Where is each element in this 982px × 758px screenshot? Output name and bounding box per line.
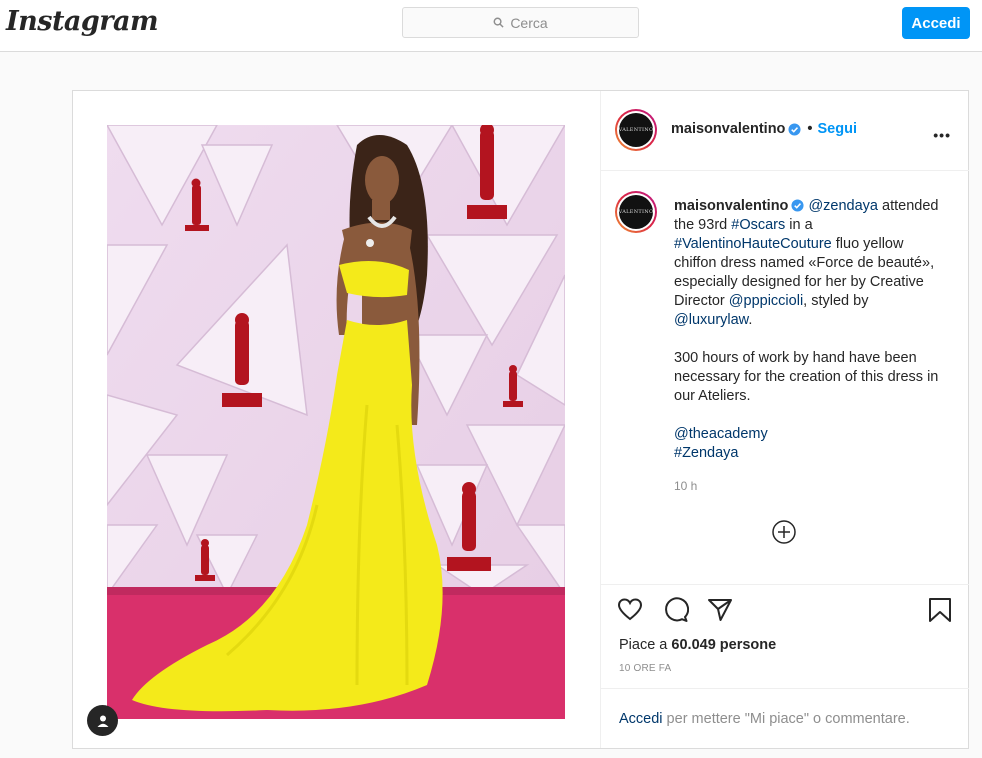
caption-text: , styled by — [803, 293, 869, 309]
instagram-logo[interactable]: Instagram — [6, 6, 159, 37]
login-prompt-text: per mettere "Mi piace" o commentare. — [662, 711, 910, 727]
search-icon — [493, 17, 504, 28]
likes-count[interactable]: Piace a 60.049 persone — [619, 637, 776, 653]
heart-icon[interactable] — [617, 597, 643, 623]
caption-avatar-logo: VALENTINO — [619, 195, 653, 229]
post-timestamp[interactable]: 10 ORE FA — [619, 663, 671, 674]
load-more-comments-icon[interactable] — [772, 520, 796, 544]
post-caption: maisonvalentino @zendaya attended the 93… — [674, 197, 949, 463]
top-bar: Instagram Cerca Accedi — [0, 0, 982, 52]
caption-text: in a — [785, 217, 813, 233]
login-button[interactable]: Accedi — [902, 7, 970, 39]
post-actions: Piace a 60.049 persone 10 ORE FA — [601, 585, 969, 689]
post-sidebar: VALENTINO maisonvalentino • Segui ••• VA… — [600, 91, 969, 748]
more-options-icon[interactable]: ••• — [933, 127, 951, 143]
avatar-logo: VALENTINO — [619, 113, 653, 147]
login-link[interactable]: Accedi — [619, 711, 663, 727]
share-icon[interactable] — [707, 597, 733, 623]
caption-avatar[interactable]: VALENTINO — [615, 191, 657, 233]
mention-theacademy[interactable]: @theacademy — [674, 425, 949, 444]
header-username[interactable]: maisonvalentino — [671, 121, 785, 137]
mention-luxurylaw[interactable]: @luxurylaw — [674, 312, 748, 328]
login-prompt: Accedi per mettere "Mi piace" o commenta… — [619, 711, 910, 727]
bookmark-icon[interactable] — [927, 597, 953, 623]
avatar[interactable]: VALENTINO — [615, 109, 657, 151]
hashtag-zendaya[interactable]: #Zendaya — [674, 444, 949, 463]
verified-badge-icon — [791, 199, 804, 212]
verified-badge-icon — [788, 122, 801, 136]
mention-zendaya[interactable]: @zendaya — [808, 198, 878, 214]
caption-paragraph-2: 300 hours of work by hand have been nece… — [674, 350, 939, 404]
header-user-line: maisonvalentino • Segui — [671, 121, 857, 137]
follow-button[interactable]: Segui — [818, 121, 857, 137]
caption-username[interactable]: maisonvalentino — [674, 198, 788, 214]
hashtag-valentino-haute-couture[interactable]: #ValentinoHauteCouture — [674, 236, 832, 252]
post-header: VALENTINO maisonvalentino • Segui ••• — [601, 91, 969, 171]
likes-prefix: Piace a — [619, 637, 672, 653]
user-tag-icon[interactable] — [87, 705, 118, 736]
separator-dot: • — [807, 121, 813, 137]
comments-area: VALENTINO maisonvalentino @zendaya atten… — [601, 171, 969, 585]
hashtag-oscars[interactable]: #Oscars — [731, 217, 785, 233]
likes-suffix: persone — [715, 637, 777, 653]
caption-text: . — [748, 312, 753, 328]
likes-number: 60.049 — [671, 637, 716, 653]
caption-time[interactable]: 10 h — [674, 479, 697, 493]
search-placeholder: Cerca — [510, 14, 548, 31]
comment-icon[interactable] — [663, 597, 689, 623]
post-card: VALENTINO maisonvalentino • Segui ••• VA… — [72, 90, 969, 749]
post-media — [73, 91, 600, 748]
search-input[interactable]: Cerca — [402, 7, 639, 38]
post-photo[interactable] — [107, 125, 565, 719]
dress-photo-image — [107, 125, 565, 719]
mention-pppiccioli[interactable]: @pppiccioli — [729, 293, 803, 309]
